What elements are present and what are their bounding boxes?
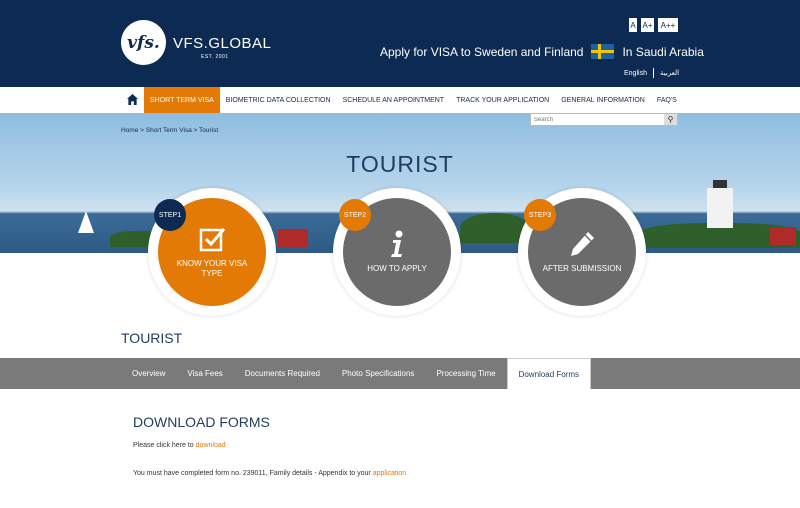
sailboat-shape [78, 211, 94, 233]
nav-item-biometric[interactable]: BIOMETRIC DATA COLLECTION [220, 87, 337, 113]
logo-mark: vfs. [127, 32, 160, 53]
tagline-text: Apply for VISA to Sweden and Finland [380, 44, 584, 59]
red-house-shape [770, 227, 796, 245]
download-text: Please click here to [133, 442, 196, 449]
pencil-icon [571, 232, 594, 256]
step-1-badge: STEP1 [154, 199, 186, 231]
tagline-country: In Saudi Arabia [622, 44, 704, 59]
hero-title: TOURIST [346, 151, 454, 177]
search-input[interactable] [531, 114, 664, 125]
language-switcher: English العربية [624, 68, 679, 78]
search-box: ⚲ [530, 113, 678, 126]
search-button[interactable]: ⚲ [664, 114, 677, 125]
red-house-shape [278, 229, 308, 247]
tab-processing-time[interactable]: Processing Time [425, 358, 506, 389]
font-size-large-button[interactable]: A++ [658, 18, 678, 32]
tab-photo-specifications[interactable]: Photo Specifications [331, 358, 426, 389]
font-size-small-button[interactable]: A [629, 18, 637, 32]
form-paragraph: You must have completed form no. 239011,… [133, 470, 406, 477]
vfs-logo[interactable]: vfs. [121, 20, 166, 65]
font-size-medium-button[interactable]: A+ [641, 18, 654, 32]
nav-item-track[interactable]: TRACK YOUR APPLICATION [450, 87, 555, 113]
tab-overview[interactable]: Overview [121, 358, 176, 389]
logo-subtitle: EST. 2001 [201, 54, 229, 60]
info-icon [391, 230, 403, 257]
lang-arabic-link[interactable]: العربية [660, 69, 679, 77]
nav-item-faqs[interactable]: FAQ'S [651, 87, 683, 113]
sweden-flag-icon [591, 44, 615, 59]
application-link[interactable]: application [373, 470, 406, 477]
font-size-controls: A A+ A++ [629, 18, 678, 32]
page-title: TOURIST [121, 330, 183, 346]
checkbox-icon [199, 228, 226, 252]
step-1-label: KNOW YOUR VISA TYPE [176, 259, 248, 278]
lang-divider [652, 68, 654, 78]
tab-bar: Overview Visa Fees Documents Required Ph… [0, 358, 800, 389]
nav-item-general-info[interactable]: GENERAL INFORMATION [555, 87, 651, 113]
main-nav: SHORT TERM VISA BIOMETRIC DATA COLLECTIO… [0, 87, 800, 113]
download-link[interactable]: download [196, 442, 226, 449]
lang-english-link[interactable]: English [624, 70, 647, 77]
nav-item-schedule[interactable]: SCHEDULE AN APPOINTMENT [337, 87, 451, 113]
header-tagline: Apply for VISA to Sweden and Finland In … [380, 44, 704, 59]
step-3-label: AFTER SUBMISSION [542, 264, 622, 273]
home-icon[interactable] [127, 94, 138, 105]
tab-visa-fees[interactable]: Visa Fees [176, 358, 233, 389]
nav-item-short-term-visa[interactable]: SHORT TERM VISA [144, 87, 220, 113]
tab-download-forms[interactable]: Download Forms [506, 358, 592, 389]
step-3-badge: STEP3 [524, 199, 556, 231]
form-text: You must have completed form no. 239011,… [133, 470, 373, 477]
search-icon: ⚲ [667, 115, 674, 124]
tab-documents-required[interactable]: Documents Required [234, 358, 331, 389]
breadcrumb: Home > Short Term Visa > Tourist [121, 127, 219, 134]
section-title: DOWNLOAD FORMS [133, 414, 270, 430]
logo-name: VFS.GLOBAL [173, 35, 272, 52]
step-2-badge: STEP2 [339, 199, 371, 231]
download-paragraph: Please click here to download [133, 442, 226, 449]
site-header: vfs. VFS.GLOBAL EST. 2001 A A+ A++ Apply… [0, 0, 800, 87]
lighthouse-shape [707, 180, 733, 228]
step-2-label: HOW TO APPLY [367, 264, 427, 273]
